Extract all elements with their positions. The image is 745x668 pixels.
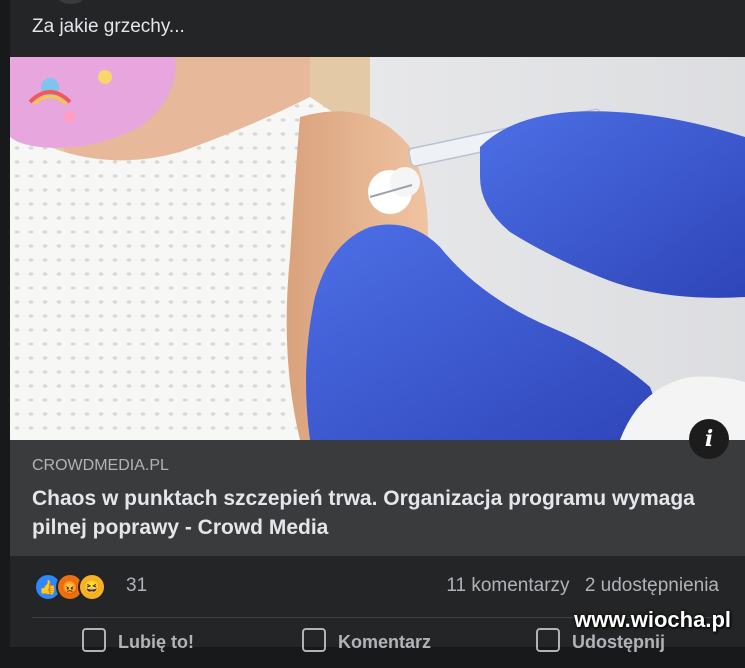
watermark: www.wiocha.pl <box>574 607 731 632</box>
info-icon[interactable]: i <box>689 419 729 459</box>
share-icon <box>536 628 560 652</box>
avatar[interactable] <box>58 0 84 4</box>
comments-count[interactable]: 11 komentarzy <box>446 575 569 596</box>
comment-label: Komentarz <box>338 632 432 652</box>
share-label: Udostępnij <box>572 632 665 652</box>
like-label: Lubię to! <box>118 632 194 652</box>
vaccination-photo <box>10 57 745 440</box>
post-card: Za jakie grzechy... i CROWDMEDIA.PL Chao… <box>10 0 745 652</box>
shares-count[interactable]: 2 udostępnienia <box>585 575 719 596</box>
reaction-stats: 👍 😡 😆 31 11 komentarzy 2 udostępnienia <box>10 566 745 606</box>
link-title[interactable]: Chaos w punktach szczepień trwa. Organiz… <box>32 484 712 542</box>
haha-icon: 😆 <box>78 573 106 601</box>
link-domain: CROWDMEDIA.PL <box>32 457 169 474</box>
post-text: Za jakie grzechy... <box>32 16 185 37</box>
comment-icon <box>302 628 326 652</box>
link-preview-image[interactable] <box>10 57 745 440</box>
action-bar: Lubię to! Komentarz Udostępnij <box>10 628 745 668</box>
comment-button[interactable]: Komentarz <box>302 628 431 653</box>
thumbs-up-icon <box>82 628 106 652</box>
link-preview-meta[interactable]: CROWDMEDIA.PL Chaos w punktach szczepień… <box>10 440 745 556</box>
like-button[interactable]: Lubię to! <box>82 628 194 653</box>
engagement-counts: 11 komentarzy 2 udostępnienia <box>446 575 719 597</box>
reaction-count[interactable]: 31 <box>126 575 147 597</box>
